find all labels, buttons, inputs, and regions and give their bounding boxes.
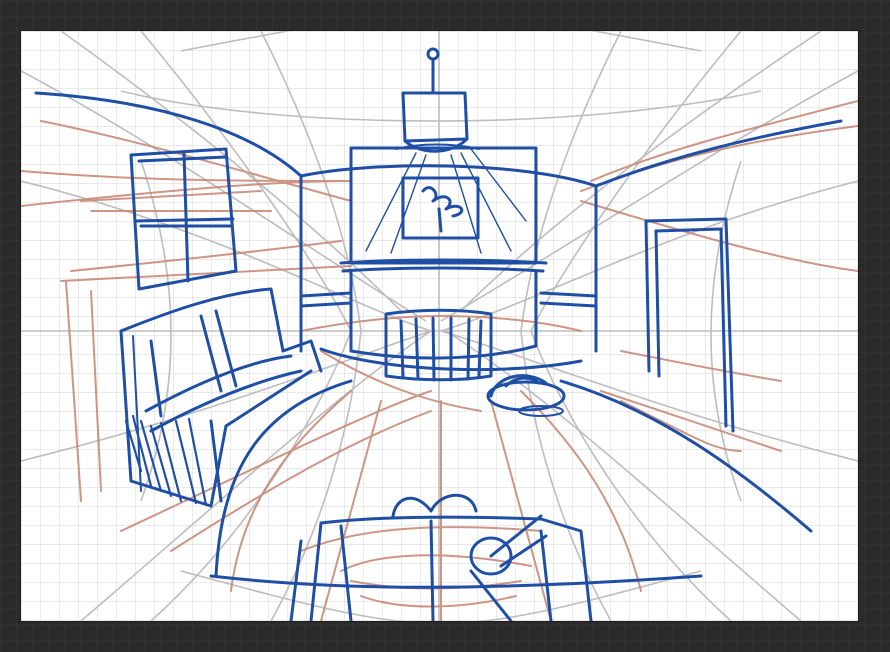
workspace bbox=[0, 0, 890, 652]
sketch-svg bbox=[21, 31, 858, 621]
drawing-canvas[interactable] bbox=[21, 31, 858, 621]
